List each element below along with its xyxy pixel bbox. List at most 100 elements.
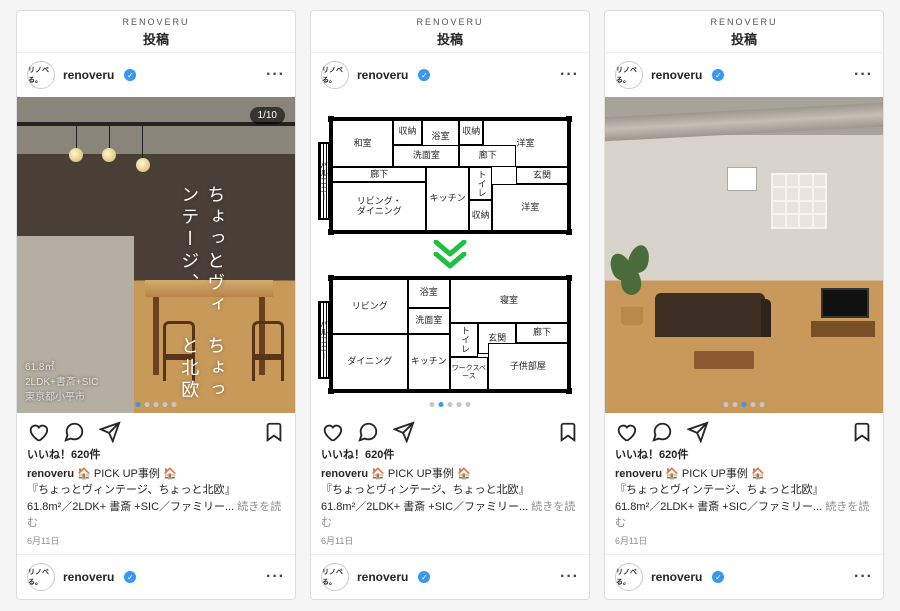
caption-line2: 『ちょっとヴィンテージ、ちょっと北欧』 [321, 482, 579, 499]
caption-line2: 『ちょっとヴィンテージ、ちょっと北欧』 [615, 482, 873, 499]
room-shuno: 収納 [393, 120, 421, 144]
like-icon[interactable] [27, 421, 49, 443]
like-count[interactable]: いいね！620件 [321, 447, 579, 464]
username[interactable]: renoveru [651, 570, 702, 584]
post-image[interactable] [605, 97, 883, 413]
username[interactable]: renoveru [651, 68, 702, 82]
verified-badge-icon: ✓ [712, 69, 724, 81]
caption-block: いいね！620件 renoveru 🏠 PICK UP事例 🏠 『ちょっとヴィン… [311, 447, 589, 554]
next-post-header: リノベる。 renoveru ✓ ··· [605, 554, 883, 599]
verified-badge-icon: ✓ [124, 571, 136, 583]
post-image[interactable]: バルコニー 和室 収納 浴室 収納 洋室 洗面室 廊下 廊下 玄関 廊下 リビン… [311, 97, 589, 413]
post-header: リノベる。 renoveru ✓ ··· [605, 53, 883, 97]
room-senmen: 洗面室 [408, 308, 450, 335]
avatar[interactable]: リノベる。 [27, 563, 55, 591]
room-senmen: 洗面室 [393, 145, 459, 167]
room-shuno: 収納 [459, 120, 483, 144]
post-date: 6月11日 [321, 535, 579, 549]
next-post-header: リノベる。 renoveru ✓ ··· [17, 554, 295, 599]
room-ld: リビング・ ダイニング [332, 182, 426, 231]
room-living: リビング [332, 279, 408, 334]
living-room-photo [605, 97, 883, 413]
page-title: 投稿 [605, 29, 883, 48]
room-washitsu: 和室 [332, 120, 393, 167]
room-kodomo: 子供部屋 [488, 343, 568, 390]
post-more-button[interactable]: ··· [266, 66, 285, 84]
comment-icon[interactable] [63, 421, 85, 443]
post-image[interactable]: 1/10 ちょっとヴィンテージ、 ちょっと北欧 61.8㎡ 2LDK+書斎+SI… [17, 97, 295, 413]
post-date: 6月11日 [27, 535, 285, 549]
room-toilet: トイレ [469, 167, 493, 200]
like-icon[interactable] [615, 421, 637, 443]
room-shinshitsu: 寝室 [450, 279, 568, 323]
post-more-button[interactable]: ··· [560, 66, 579, 84]
room-youshitsu: 洋室 [492, 184, 568, 231]
avatar[interactable]: リノベる。 [615, 563, 643, 591]
post-more-button[interactable]: ··· [560, 568, 579, 586]
room-rouka: 廊下 [459, 145, 516, 167]
avatar[interactable]: リノベる。 [321, 61, 349, 89]
username[interactable]: renoveru [63, 68, 114, 82]
room-rouka: 廊下 [516, 323, 568, 343]
overlay-line-2: ちょっと北欧 [176, 336, 228, 413]
room-kitchen: キッチン [426, 167, 468, 231]
verified-badge-icon: ✓ [124, 69, 136, 81]
caption-block: いいね！620件 renoveru 🏠 PICK UP事例 🏠 『ちょっとヴィン… [605, 447, 883, 554]
overlay-meta-loc: 東京都小平市 [25, 390, 98, 405]
like-count[interactable]: いいね！620件 [27, 447, 285, 464]
action-bar [17, 413, 295, 447]
caption-line3: 61.8m²／2LDK+ 書斎 +SIC／ファミリー... [27, 501, 237, 513]
room-genkan: 玄関 [516, 167, 568, 185]
phone-screen-1: RENOVERU 投稿 リノベる。 renoveru ✓ ··· 1/10 ちょ… [16, 10, 296, 600]
room-workspace: ワークスペース [450, 357, 488, 390]
caption-username[interactable]: renoveru [321, 468, 368, 480]
username[interactable]: renoveru [63, 570, 114, 584]
avatar[interactable]: リノベる。 [27, 61, 55, 89]
verified-badge-icon: ✓ [418, 69, 430, 81]
post-more-button[interactable]: ··· [854, 568, 873, 586]
phone-screen-2: RENOVERU 投稿 リノベる。 renoveru ✓ ··· バルコニー 和… [310, 10, 590, 600]
caption-head: 🏠 PICK UP事例 🏠 [74, 468, 177, 480]
comment-icon[interactable] [357, 421, 379, 443]
like-count[interactable]: いいね！620件 [615, 447, 873, 464]
share-icon[interactable] [393, 421, 415, 443]
brand-label: RENOVERU [605, 17, 883, 27]
bookmark-icon[interactable] [557, 421, 579, 443]
avatar[interactable]: リノベる。 [615, 61, 643, 89]
verified-badge-icon: ✓ [712, 571, 724, 583]
phone-screen-3: RENOVERU 投稿 リノベる。 renoveru ✓ ··· [604, 10, 884, 600]
caption-username[interactable]: renoveru [27, 468, 74, 480]
caption-username[interactable]: renoveru [615, 468, 662, 480]
caption-block: いいね！620件 renoveru 🏠 PICK UP事例 🏠 『ちょっとヴィン… [17, 447, 295, 554]
room-yokushitsu: 浴室 [408, 279, 450, 308]
transform-arrow-icon [430, 240, 470, 270]
username[interactable]: renoveru [357, 68, 408, 82]
comment-icon[interactable] [651, 421, 673, 443]
post-header: リノベる。 renoveru ✓ ··· [311, 53, 589, 97]
bookmark-icon[interactable] [851, 421, 873, 443]
post-more-button[interactable]: ··· [854, 66, 873, 84]
like-icon[interactable] [321, 421, 343, 443]
share-icon[interactable] [687, 421, 709, 443]
verified-badge-icon: ✓ [418, 571, 430, 583]
post-more-button[interactable]: ··· [266, 568, 285, 586]
share-icon[interactable] [99, 421, 121, 443]
next-post-header: リノベる。 renoveru ✓ ··· [311, 554, 589, 599]
top-bar: RENOVERU 投稿 [605, 11, 883, 53]
avatar[interactable]: リノベる。 [321, 563, 349, 591]
username[interactable]: renoveru [357, 570, 408, 584]
top-bar: RENOVERU 投稿 [311, 11, 589, 53]
overlay-line-1: ちょっとヴィンテージ、 [176, 185, 228, 326]
brand-label: RENOVERU [17, 17, 295, 27]
room-toilet: トイレ [450, 323, 478, 356]
page-title: 投稿 [311, 29, 589, 48]
image-overlay-title: ちょっとヴィンテージ、 ちょっと北欧 [176, 185, 228, 413]
bookmark-icon[interactable] [263, 421, 285, 443]
balcony-label: バルコニー [318, 301, 330, 379]
caption-head: 🏠 PICK UP事例 🏠 [662, 468, 765, 480]
carousel-dots [430, 402, 471, 407]
floorplan-image: バルコニー 和室 収納 浴室 収納 洋室 洗面室 廊下 廊下 玄関 廊下 リビン… [311, 97, 589, 413]
caption-line3: 61.8m²／2LDK+ 書斎 +SIC／ファミリー... [321, 501, 531, 513]
action-bar [605, 413, 883, 447]
overlay-meta-area: 61.8㎡ [25, 360, 98, 375]
